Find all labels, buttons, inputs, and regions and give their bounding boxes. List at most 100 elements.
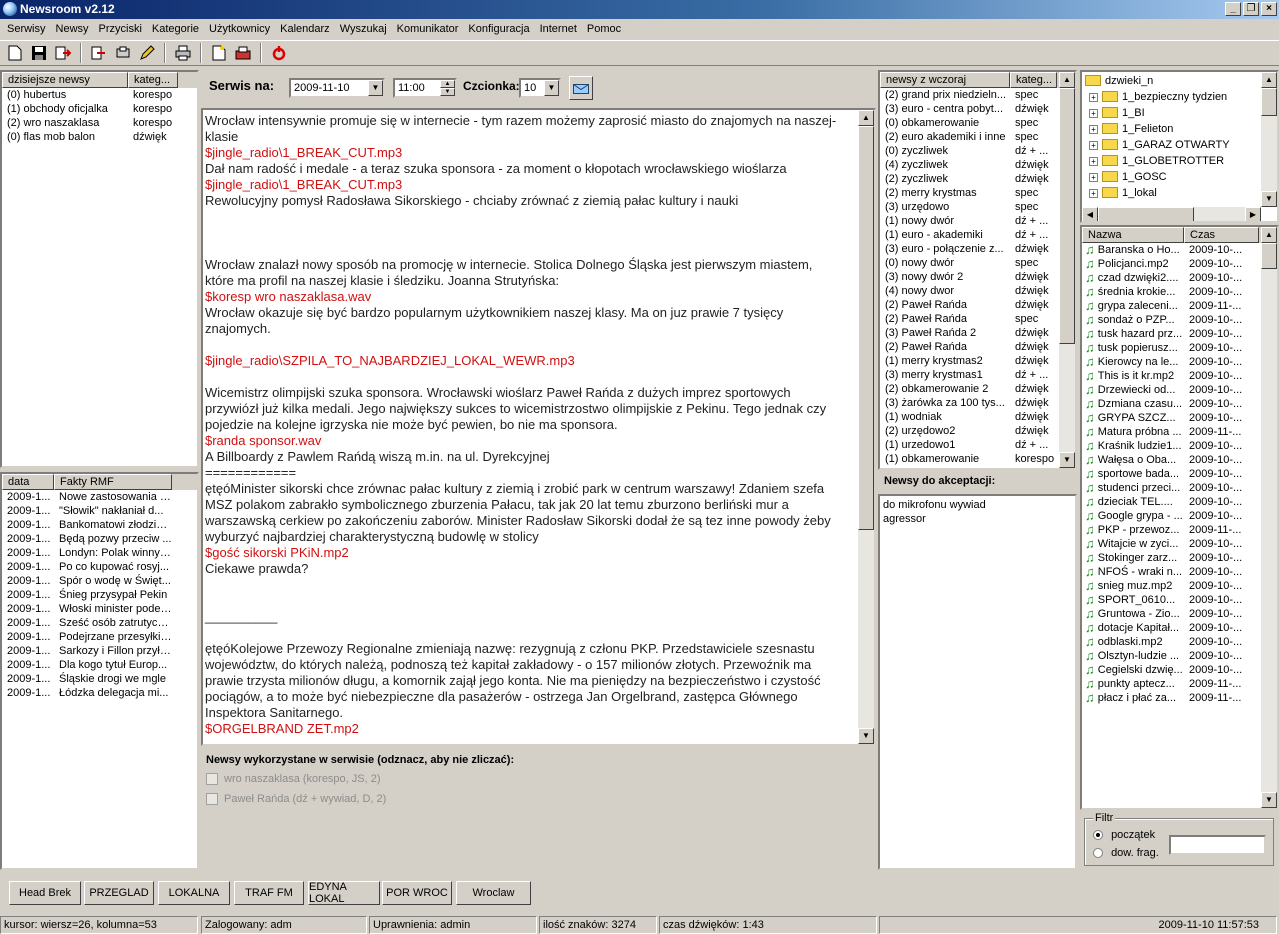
print-preview-icon[interactable] [112, 42, 134, 64]
list-item[interactable]: (1) obkamerowanie korespo [880, 452, 1075, 466]
scroll-down-icon[interactable]: ▼ [1261, 792, 1277, 808]
file-row[interactable]: ♫ tusk popierusz... 2009-10-... [1082, 341, 1277, 355]
chevron-down-icon[interactable]: ▼ [544, 80, 559, 96]
list-item[interactable]: (1) urzedowo1 dź + ... [880, 438, 1075, 452]
list-item[interactable]: (2) euro akademiki i inne spec [880, 130, 1075, 144]
scroll-thumb[interactable] [1261, 88, 1277, 116]
news-editor[interactable]: Wrocław intensywnie promuje się w intern… [201, 108, 876, 746]
list-item[interactable]: (1) merry krystmas2 dźwięk [880, 354, 1075, 368]
list-item[interactable]: (3) nowy dwór 2 dźwięk [880, 270, 1075, 284]
file-row[interactable]: ♫ czad dzwięki2.... 2009-10-... [1082, 271, 1277, 285]
tree-folder[interactable]: +1_bezpieczny tydzien [1085, 89, 1274, 105]
list-item[interactable]: (3) żarówka za 100 tys... dźwięk [880, 396, 1075, 410]
list-item[interactable]: 2009-1... Śląskie drogi we mgle [2, 672, 197, 686]
list-item[interactable]: (2) grand prix niedzieln... spec [880, 88, 1075, 102]
col-yesterday-news[interactable]: newsy z wczoraj [880, 72, 1010, 88]
spin-up-icon[interactable]: ▲ [440, 80, 455, 88]
edit-pencil-icon[interactable] [136, 42, 158, 64]
list-item[interactable]: (2) zyczliwek dźwięk [880, 172, 1075, 186]
menu-item[interactable]: Kalendarz [275, 23, 335, 35]
expand-icon[interactable]: + [1089, 172, 1098, 182]
menu-item[interactable]: Newsy [51, 23, 94, 35]
file-row[interactable]: ♫ średnia krokie... 2009-10-... [1082, 285, 1277, 299]
file-row[interactable]: ♫ Drzewiecki od... 2009-10-... [1082, 383, 1277, 397]
file-row[interactable]: ♫ Google grypa - ... 2009-10-... [1082, 509, 1277, 523]
list-item[interactable]: (1) wodniak dźwięk [880, 410, 1075, 424]
list-item[interactable]: (4) zyczliwek dźwięk [880, 158, 1075, 172]
file-row[interactable]: ♫ odblaski.mp2 2009-10-... [1082, 635, 1277, 649]
file-row[interactable]: ♫ Matura próbna ... 2009-11-... [1082, 425, 1277, 439]
restore-icon[interactable]: ❐ [1243, 2, 1259, 16]
expand-icon[interactable]: + [1089, 108, 1098, 118]
scroll-up-icon[interactable]: ▲ [1261, 227, 1277, 243]
file-row[interactable]: ♫ snieg muz.mp2 2009-10-... [1082, 579, 1277, 593]
scroll-right-icon[interactable]: ▶ [1245, 207, 1261, 221]
service-button[interactable]: Head Brek [9, 881, 81, 905]
service-time-spinner[interactable]: 11:00 ▲ ▼ [393, 78, 457, 98]
print-icon[interactable] [172, 42, 194, 64]
tree-folder[interactable]: +1_Felieton [1085, 121, 1274, 137]
tree-hscrollbar[interactable]: ◀ ▶ [1082, 207, 1261, 221]
service-date-picker[interactable]: 2009-11-10 ▼ [289, 78, 385, 98]
scroll-thumb[interactable] [858, 126, 874, 530]
scroll-up-icon[interactable]: ▲ [1261, 72, 1277, 88]
fax-icon[interactable] [232, 42, 254, 64]
menu-item[interactable]: Serwisy [2, 23, 51, 35]
files-scrollbar[interactable]: ▲ ▼ [1261, 227, 1277, 808]
list-item[interactable]: (3) urzędowo spec [880, 200, 1075, 214]
list-item[interactable]: 2009-1... Nowe zastosowania s... [2, 490, 197, 504]
sound-file-list[interactable]: Nazwa Czas ♫ Baranska o Ho... 2009-10-... ♫… [1080, 225, 1279, 810]
file-row[interactable]: ♫ NFOŚ - wraki n... 2009-10-... [1082, 565, 1277, 579]
new-page-icon[interactable] [208, 42, 230, 64]
file-row[interactable]: ♫ Kraśnik ludzie1... 2009-10-... [1082, 439, 1277, 453]
menu-item[interactable]: Konfiguracja [463, 23, 534, 35]
list-item[interactable]: (0) flas mob balon dźwięk [2, 130, 197, 144]
expand-icon[interactable]: + [1089, 92, 1098, 102]
export-icon[interactable] [88, 42, 110, 64]
list-item[interactable]: (2) Paweł Rańda dźwięk [880, 340, 1075, 354]
scroll-thumb[interactable] [1261, 243, 1277, 269]
list-item[interactable]: (1) obchody oficjalka korespo [2, 102, 197, 116]
checkbox[interactable] [206, 793, 218, 806]
list-item[interactable]: 2009-1... Dla kogo tytuł Europ... [2, 658, 197, 672]
file-row[interactable]: ♫ płacz i płać za... 2009-11-... [1082, 691, 1277, 705]
font-size-select[interactable]: 10 ▼ [519, 78, 561, 98]
list-item[interactable]: (3) merry krystmas1 dź + ... [880, 368, 1075, 382]
checkbox[interactable] [206, 773, 218, 786]
file-row[interactable]: ♫ sportowe bada... 2009-10-... [1082, 467, 1277, 481]
file-row[interactable]: ♫ This is it kr.mp2 2009-10-... [1082, 369, 1277, 383]
list-item[interactable]: (2) Paweł Rańda spec [880, 312, 1075, 326]
menu-item[interactable]: Komunikator [392, 23, 464, 35]
col-name[interactable]: Nazwa [1082, 227, 1184, 243]
list-item[interactable]: (3) Paweł Rańda 2 dźwięk [880, 326, 1075, 340]
list-item[interactable]: (0) nowy dwór spec [880, 256, 1075, 270]
tree-vscrollbar[interactable]: ▲ ▼ [1261, 72, 1277, 207]
file-row[interactable]: ♫ Witajcie w zyci... 2009-10-... [1082, 537, 1277, 551]
service-button[interactable]: POR WROC [382, 881, 452, 905]
scroll-thumb[interactable] [1098, 207, 1194, 221]
menu-item[interactable]: Wyszukaj [335, 23, 392, 35]
file-row[interactable]: ♫ Baranska o Ho... 2009-10-... [1082, 243, 1277, 257]
facts-rmf-list[interactable]: data Fakty RMF 2009-1... Nowe zastosowani… [0, 472, 199, 870]
list-item[interactable]: (2) Paweł Rańda dźwięk [880, 298, 1075, 312]
new-document-icon[interactable] [4, 42, 26, 64]
list-item[interactable]: 2009-1... "Słowik" nakłaniał d... [2, 504, 197, 518]
menu-item[interactable]: Użytkownicy [204, 23, 275, 35]
file-row[interactable]: ♫ SPORT_0610... 2009-10-... [1082, 593, 1277, 607]
list-item[interactable]: agressor [883, 512, 1072, 526]
tree-root[interactable]: dzwieki_n [1085, 73, 1274, 89]
tree-folder[interactable]: +1_lokal [1085, 185, 1274, 201]
list-item[interactable]: (3) euro - centra pobyt... dźwięk [880, 102, 1075, 116]
filter-any-radio[interactable]: dow. frag. [1093, 847, 1159, 859]
list-item[interactable]: 2009-1... Londyn: Polak winny ... [2, 546, 197, 560]
spin-down-icon[interactable]: ▼ [440, 88, 455, 96]
col-facts[interactable]: Fakty RMF [54, 474, 172, 490]
list-item[interactable]: (2) obkamerowanie 2 dźwięk [880, 382, 1075, 396]
scroll-up-icon[interactable]: ▲ [1059, 72, 1075, 88]
file-row[interactable]: ♫ Dzmiana czasu... 2009-10-... [1082, 397, 1277, 411]
used-news-item[interactable]: Paweł Rańda (dź + wywiad, D, 2) [206, 793, 386, 806]
list-item[interactable]: (3) euro - połączenie z... dźwięk [880, 242, 1075, 256]
list-item[interactable]: 2009-1... Spór o wodę w Święt... [2, 574, 197, 588]
close-icon[interactable]: × [1261, 2, 1277, 16]
menu-item[interactable]: Kategorie [147, 23, 204, 35]
